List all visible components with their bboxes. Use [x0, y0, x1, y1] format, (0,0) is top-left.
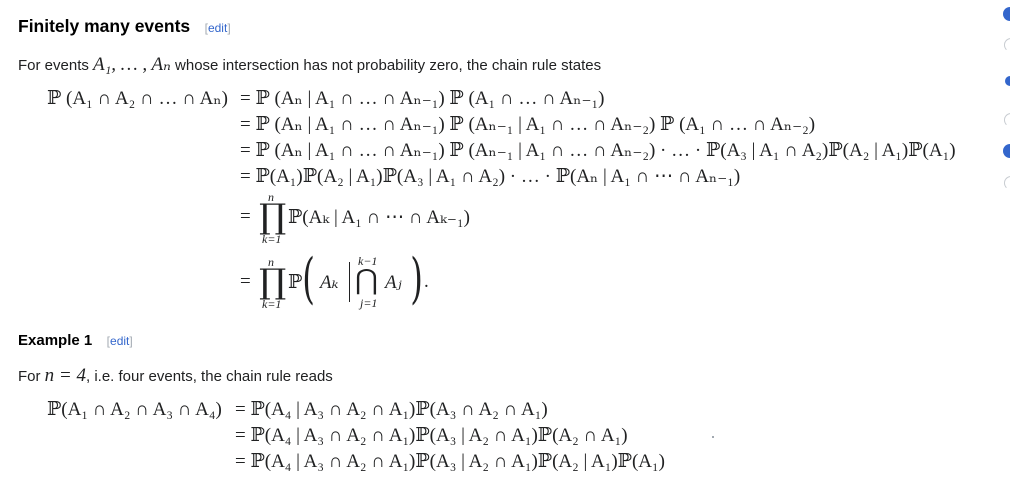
- event-ak: Aₖ: [320, 272, 339, 293]
- product-symbol: ∏: [259, 262, 287, 302]
- right-paren: ): [410, 247, 423, 310]
- edit-bracket-close: ]: [227, 21, 231, 35]
- example-edit: [edit]: [107, 334, 133, 348]
- example-text-before: For: [18, 368, 45, 385]
- section-edit: [edit]: [205, 21, 231, 35]
- intro-text-before: For events: [18, 57, 94, 74]
- intro-text-after: whose intersection has not probability z…: [170, 57, 602, 74]
- example-line: = ℙ(A₄ | A₃ ∩ A₂ ∩ A₁)ℙ(A₃ ∩ A₂ ∩ A₁): [235, 399, 548, 420]
- example-text-after: , i.e. four events, the chain rule reads: [86, 368, 333, 385]
- cap-lower-limit: j=1: [360, 296, 378, 310]
- left-paren: (: [302, 247, 315, 310]
- edge-marker[interactable]: [1004, 113, 1010, 127]
- product-symbol: ∏: [259, 197, 287, 237]
- section-heading: Finitely many events [edit]: [18, 16, 231, 37]
- equation-lhs: ℙ (A₁ ∩ A₂ ∩ … ∩ Aₙ): [47, 88, 228, 109]
- stray-dot: [712, 436, 714, 438]
- equals-sign: =: [240, 271, 251, 292]
- conditional-bar: [349, 262, 350, 302]
- example-lhs: ℙ(A₁ ∩ A₂ ∩ A₃ ∩ A₄): [47, 399, 222, 420]
- edge-marker[interactable]: [1003, 144, 1010, 158]
- product-term: ℙ(Aₖ | A₁ ∩ ⋯ ∩ Aₖ₋₁): [288, 207, 470, 228]
- example-edit-link[interactable]: edit: [110, 334, 129, 348]
- edge-marker[interactable]: [1005, 76, 1010, 86]
- intro-paragraph: For events A₁, … , Aₙ whose intersection…: [18, 53, 601, 76]
- edit-bracket-close: ]: [129, 334, 133, 348]
- example-heading: Example 1 [edit]: [18, 332, 133, 350]
- event-aj: Aⱼ: [385, 272, 402, 293]
- period: .: [424, 271, 429, 292]
- equation-line: = ℙ (Aₙ | A₁ ∩ … ∩ Aₙ₋₁) ℙ (Aₙ₋₁ | A₁ ∩ …: [240, 140, 956, 161]
- section-edit-link[interactable]: edit: [208, 21, 227, 35]
- edge-marker[interactable]: [1004, 176, 1010, 190]
- example-line: = ℙ(A₄ | A₃ ∩ A₂ ∩ A₁)ℙ(A₃ | A₂ ∩ A₁)ℙ(A…: [235, 451, 665, 472]
- edge-marker[interactable]: [1004, 38, 1010, 52]
- prod-lower-limit: k=1: [262, 232, 282, 246]
- example-line: = ℙ(A₄ | A₃ ∩ A₂ ∩ A₁)ℙ(A₃ | A₂ ∩ A₁)ℙ(A…: [235, 425, 628, 446]
- equation-line: = ℙ(A₁)ℙ(A₂ | A₁)ℙ(A₃ | A₁ ∩ A₂) · … · ℙ…: [240, 166, 741, 187]
- example-title: Example 1: [18, 332, 93, 349]
- equation-line: = ℙ (Aₙ | A₁ ∩ … ∩ Aₙ₋₁) ℙ (Aₙ₋₁ | A₁ ∩ …: [240, 114, 816, 135]
- equation-line: = ℙ (Aₙ | A₁ ∩ … ∩ Aₙ₋₁) ℙ (A₁ ∩ … ∩ Aₙ₋…: [240, 88, 605, 109]
- prod-lower-limit: k=1: [262, 297, 282, 311]
- equals-sign: =: [240, 206, 251, 227]
- intro-math: A₁, … , Aₙ: [93, 54, 171, 75]
- edge-marker[interactable]: [1003, 7, 1010, 21]
- prob-symbol: ℙ: [288, 272, 303, 293]
- section-title: Finitely many events: [18, 16, 191, 36]
- example-math: n = 4: [44, 365, 86, 386]
- example-paragraph: For n = 4, i.e. four events, the chain r…: [18, 365, 333, 387]
- intersection-symbol: ⋂: [355, 263, 378, 296]
